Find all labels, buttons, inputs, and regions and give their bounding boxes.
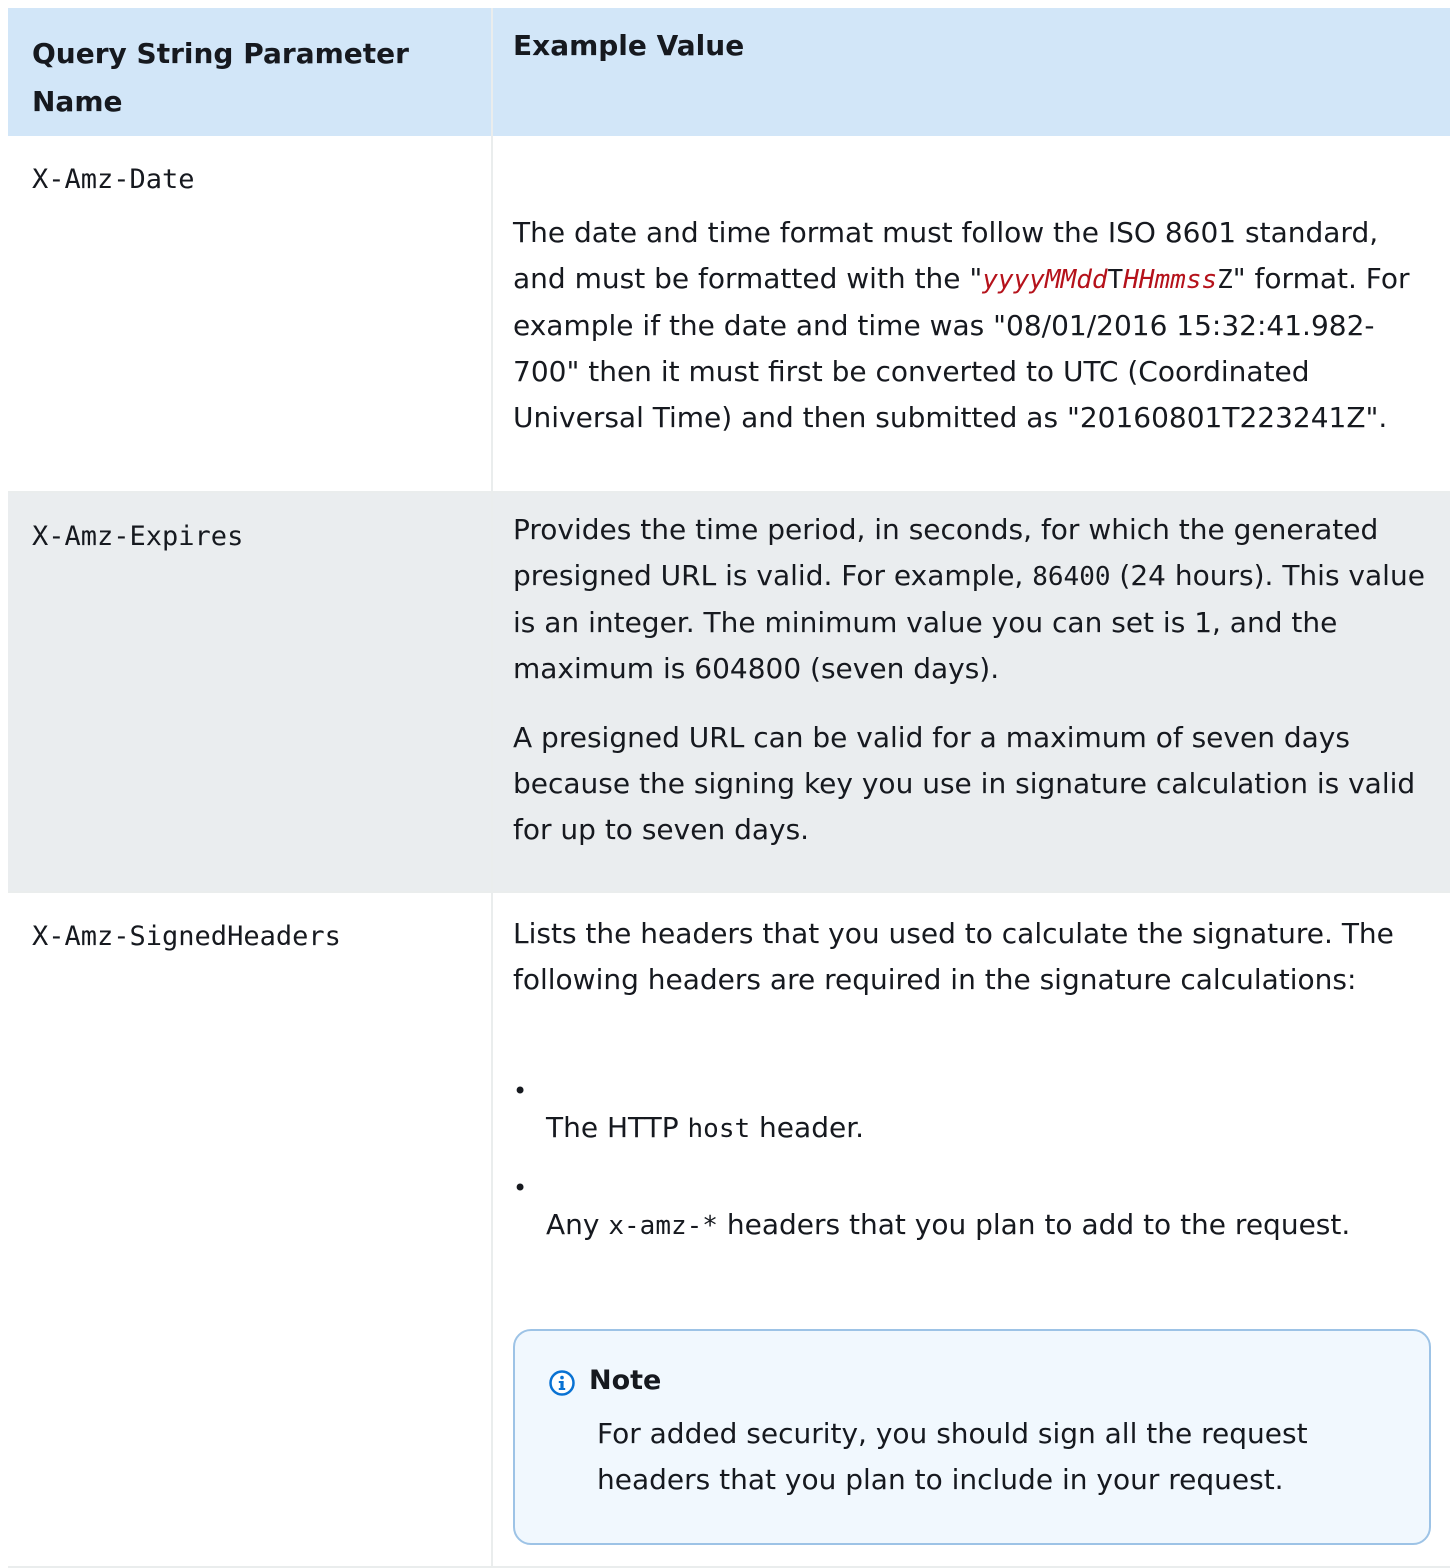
- param-value-cell: Lists the headers that you used to calcu…: [493, 893, 1450, 1566]
- table-row: X-Amz-Expires Provides the time period, …: [8, 493, 1450, 893]
- code-value: host: [687, 1114, 751, 1144]
- param-description: Lists the headers that you used to calcu…: [513, 917, 1394, 996]
- format-separator-t: T: [1107, 265, 1124, 295]
- format-placeholder-date: yyyyMMdd: [982, 265, 1108, 295]
- bullet-icon: •: [513, 1077, 528, 1105]
- bullet-icon: •: [513, 1174, 528, 1202]
- list-item: • The HTTP host header.: [513, 1079, 1434, 1152]
- list-text: headers that you plan to add to the requ…: [717, 1208, 1351, 1241]
- param-description: Provides the time period, in seconds, fo…: [513, 493, 1434, 692]
- note-box: Note For added security, you should sign…: [513, 1329, 1431, 1545]
- param-description: A presigned URL can be valid for a maxim…: [513, 721, 1416, 846]
- table-row: X-Amz-Date The date and time format must…: [8, 136, 1450, 493]
- parameters-table: Query String Parameter Name Example Valu…: [8, 8, 1450, 1568]
- bullet-list: • The HTTP host header. • Any x-amz-* he…: [513, 1079, 1434, 1249]
- list-text: Any: [546, 1208, 609, 1241]
- format-placeholder-time: HHmmss: [1123, 265, 1218, 295]
- param-description: The date and time format must follow the…: [513, 136, 1434, 441]
- note-header: Note: [549, 1361, 1395, 1401]
- list-text: The HTTP: [546, 1111, 688, 1144]
- param-name-cell: X-Amz-SignedHeaders: [8, 893, 493, 1566]
- param-value-cell: Provides the time period, in seconds, fo…: [493, 493, 1450, 891]
- header-param-name: Query String Parameter Name: [8, 8, 493, 136]
- note-body: For added security, you should sign all …: [597, 1417, 1308, 1496]
- code-value: 86400: [1032, 562, 1111, 592]
- code-value: x-amz-*: [608, 1211, 718, 1241]
- note-title: Note: [589, 1365, 662, 1396]
- param-name-cell: X-Amz-Expires: [8, 493, 493, 891]
- table-row: X-Amz-SignedHeaders Lists the headers th…: [8, 893, 1450, 1568]
- param-name-cell: X-Amz-Date: [8, 136, 493, 491]
- format-suffix-z: Z: [1217, 265, 1233, 295]
- header-example-value: Example Value: [513, 29, 745, 62]
- param-value-cell: The date and time format must follow the…: [493, 136, 1450, 491]
- info-icon: [549, 1368, 575, 1396]
- list-text: header.: [750, 1111, 865, 1144]
- table-header-row: Query String Parameter Name Example Valu…: [8, 8, 1450, 136]
- list-item: • Any x-amz-* headers that you plan to a…: [513, 1176, 1434, 1249]
